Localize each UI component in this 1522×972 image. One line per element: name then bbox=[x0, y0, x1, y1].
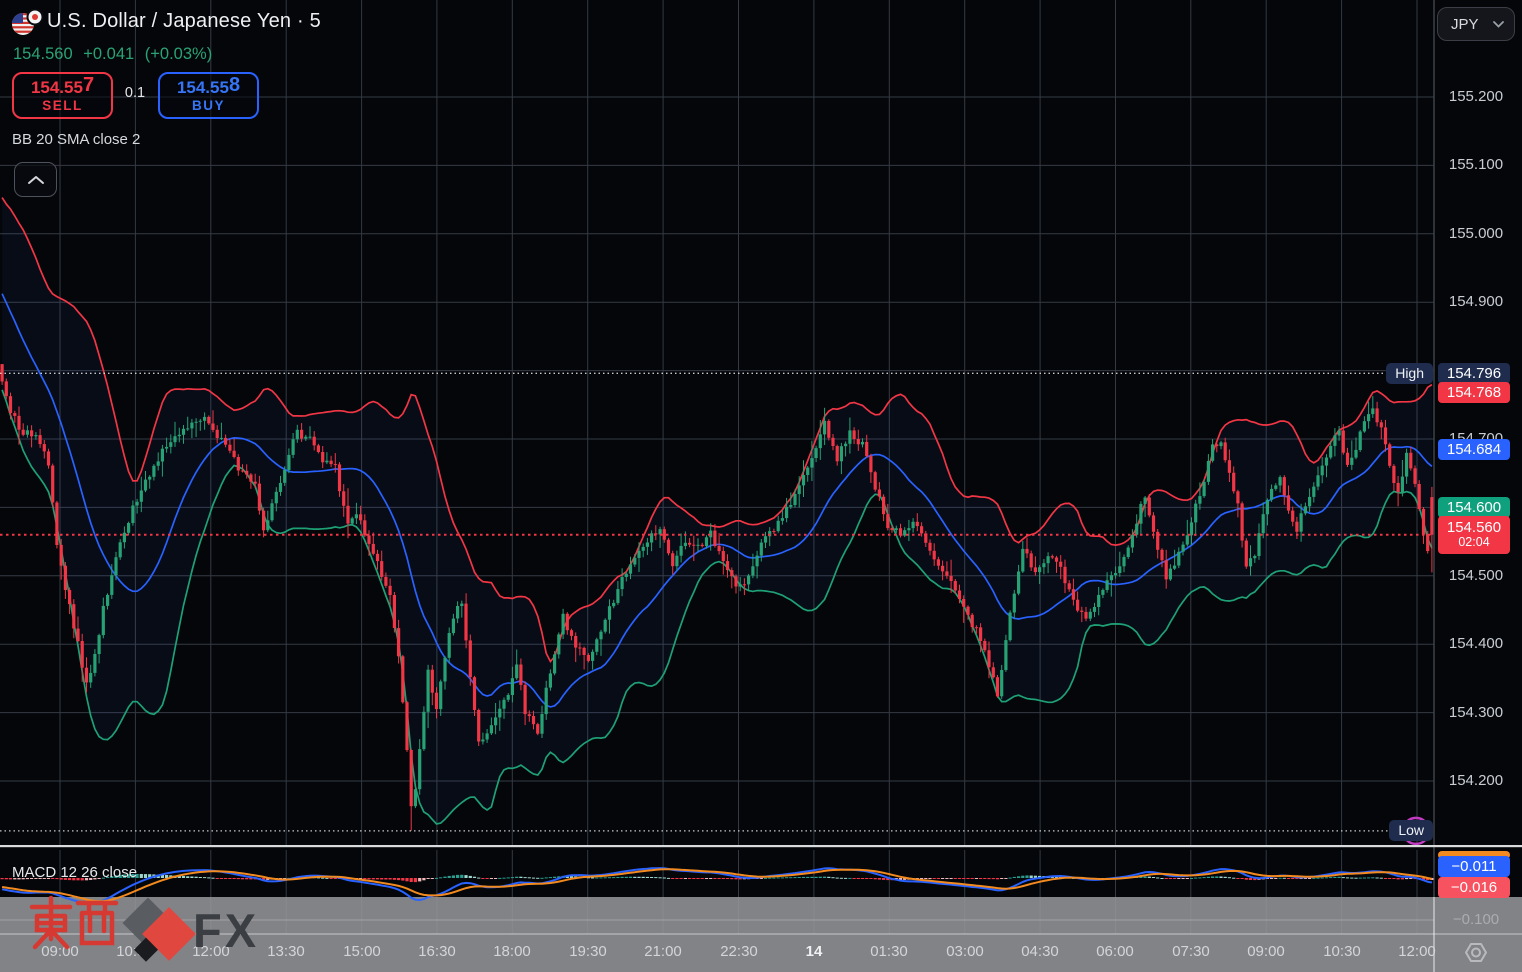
time-axis-label: 01:30 bbox=[859, 943, 919, 960]
buy-pip: 8 bbox=[229, 74, 240, 96]
chevron-up-icon bbox=[26, 174, 46, 186]
time-axis-label: 09:00 bbox=[1236, 943, 1296, 960]
bollinger-indicator-label[interactable]: BB 20 SMA close 2 bbox=[12, 131, 140, 148]
time-axis-label: 14 bbox=[784, 943, 844, 960]
time-axis-label: 19:30 bbox=[558, 943, 618, 960]
gear-icon bbox=[1461, 939, 1491, 967]
symbol-title[interactable]: U.S. Dollar / Japanese Yen · 5 bbox=[47, 10, 321, 33]
price-axis-tick: 155.000 bbox=[1436, 225, 1516, 242]
trading-app: U.S. Dollar / Japanese Yen · 5 154.560 +… bbox=[0, 0, 1522, 972]
symbol-flags bbox=[12, 9, 44, 36]
buy-button[interactable]: 154.558 BUY bbox=[158, 72, 259, 119]
sell-button[interactable]: 154.557 SELL bbox=[12, 72, 113, 119]
price-level-badge: 154.600 bbox=[1438, 497, 1510, 518]
sell-label: SELL bbox=[42, 98, 83, 113]
timezone-settings-button[interactable] bbox=[1461, 939, 1491, 967]
buy-label: BUY bbox=[192, 98, 225, 113]
sell-price: 154.55 bbox=[31, 78, 83, 97]
buy-price: 154.55 bbox=[177, 78, 229, 97]
price-axis-tick: 154.400 bbox=[1436, 635, 1516, 652]
price-level-badge: 154.684 bbox=[1438, 439, 1510, 460]
price-axis-tick: 154.200 bbox=[1436, 772, 1516, 789]
price-level-badge: 154.768 bbox=[1438, 382, 1510, 403]
time-axis-label: 22:30 bbox=[709, 943, 769, 960]
price-axis-tick: 154.300 bbox=[1436, 704, 1516, 721]
last-price: 154.560 bbox=[13, 45, 73, 63]
price-change-pct: (+0.03%) bbox=[145, 45, 212, 63]
macd-pane-canvas[interactable] bbox=[0, 0, 1522, 972]
last-price-row: 154.560 +0.041 (+0.03%) bbox=[13, 45, 218, 64]
price-axis-tick: 155.200 bbox=[1436, 88, 1516, 105]
collapse-panel-button[interactable] bbox=[14, 162, 57, 197]
time-axis-label: 15:00 bbox=[332, 943, 392, 960]
chevron-down-icon bbox=[1493, 21, 1504, 28]
price-level-badge: 154.796 bbox=[1438, 363, 1510, 384]
time-axis-label: 12:00 bbox=[1387, 943, 1447, 960]
time-axis-label: 06:00 bbox=[1085, 943, 1145, 960]
time-axis-label: 09:00 bbox=[30, 943, 90, 960]
price-axis-tick: 155.100 bbox=[1436, 156, 1516, 173]
bar-countdown: 02:04 bbox=[1438, 536, 1510, 549]
price-axis-tick: 154.500 bbox=[1436, 567, 1516, 584]
currency-selector[interactable]: JPY bbox=[1437, 7, 1515, 41]
high-edge-label: High bbox=[1386, 363, 1433, 384]
macd-value-badge: −0.011 bbox=[1438, 856, 1510, 877]
time-axis-label: 10:30 bbox=[1312, 943, 1372, 960]
price-change: +0.041 bbox=[83, 45, 134, 63]
sell-pip: 7 bbox=[83, 74, 94, 96]
spread-value: 0.1 bbox=[112, 85, 158, 101]
time-axis-label: 10:30 bbox=[105, 943, 165, 960]
current-price-badge: 154.56002:04 bbox=[1438, 516, 1510, 554]
time-axis-label: 18:00 bbox=[482, 943, 542, 960]
time-axis-label: 21:00 bbox=[633, 943, 693, 960]
time-axis-label: 04:30 bbox=[1010, 943, 1070, 960]
low-edge-label: Low bbox=[1389, 820, 1433, 841]
time-axis-label: 12:00 bbox=[181, 943, 241, 960]
macd-axis-tick: −0.100 bbox=[1436, 911, 1516, 928]
currency-value: JPY bbox=[1451, 16, 1479, 33]
time-axis-label: 13:30 bbox=[256, 943, 316, 960]
time-axis-label: 16:30 bbox=[407, 943, 467, 960]
macd-indicator-label[interactable]: MACD 12 26 close bbox=[12, 864, 137, 881]
time-axis-label: 03:00 bbox=[935, 943, 995, 960]
price-axis-tick: 154.900 bbox=[1436, 293, 1516, 310]
time-axis-label: 07:30 bbox=[1161, 943, 1221, 960]
macd-value-badge: −0.016 bbox=[1438, 877, 1510, 898]
